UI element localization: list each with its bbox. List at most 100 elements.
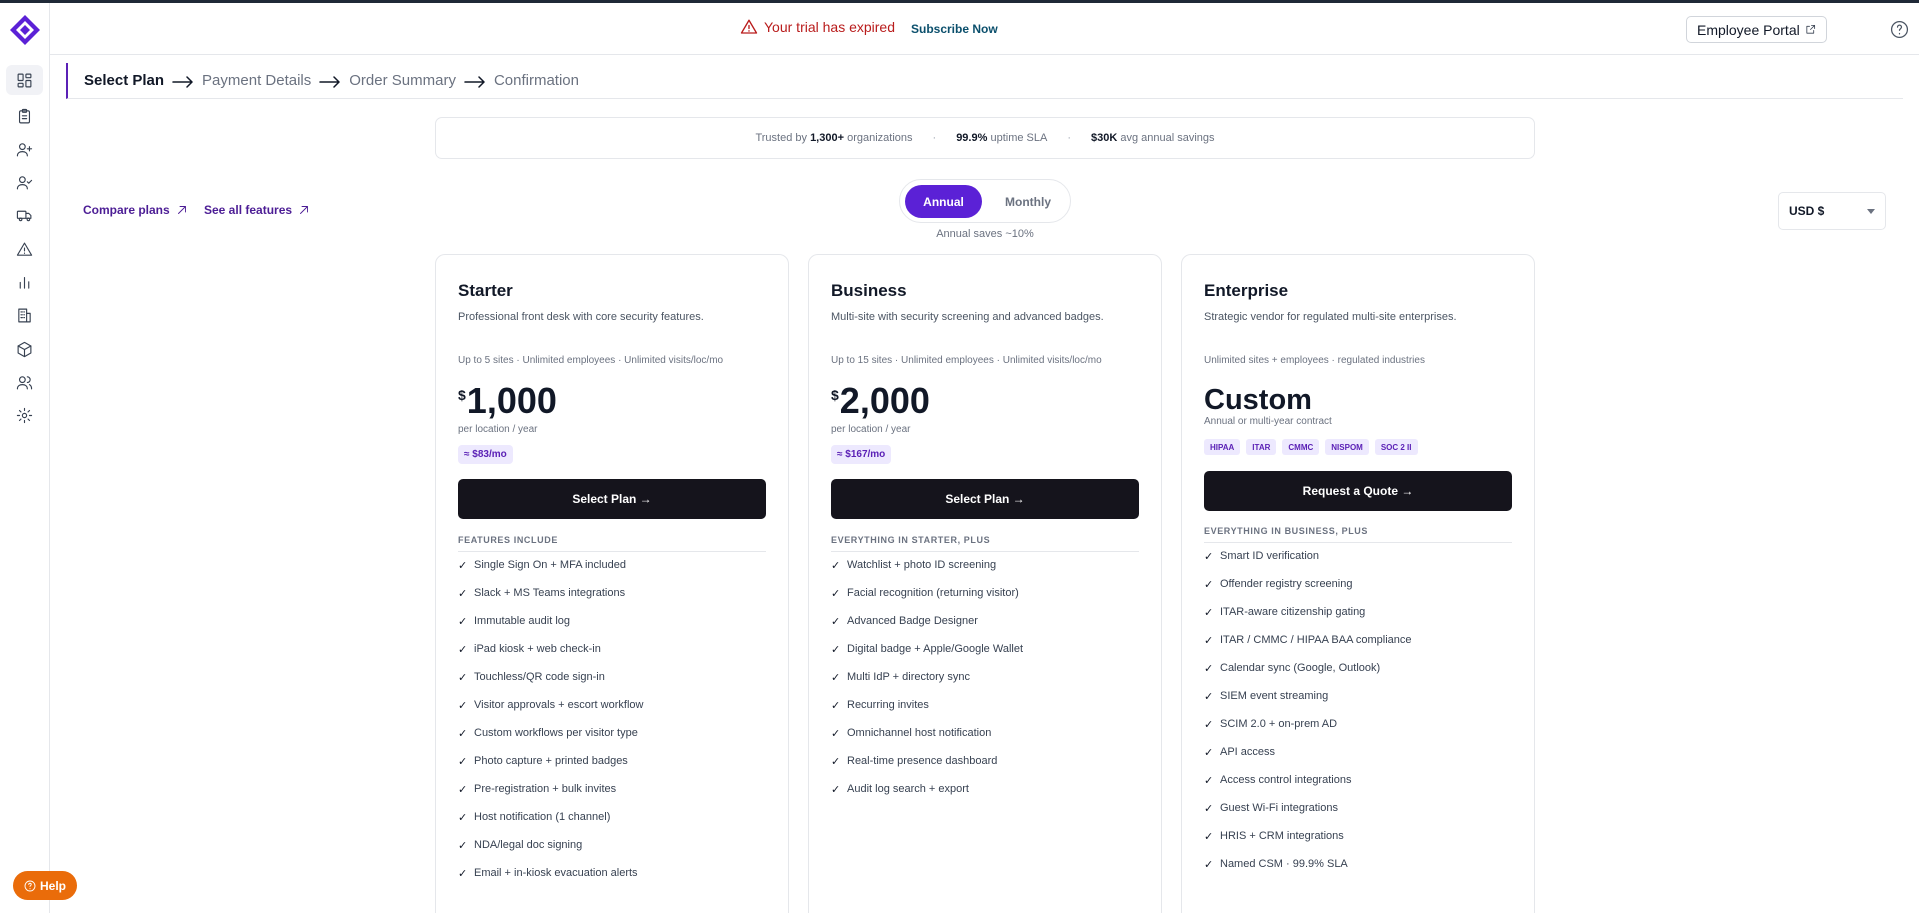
external-link-icon — [1806, 24, 1815, 34]
sidebar-item-deliveries[interactable] — [6, 200, 43, 230]
plan-description: Professional front desk with core securi… — [458, 311, 704, 323]
check-icon: ✓ — [458, 644, 468, 656]
step-order-summary: Order Summary — [349, 72, 456, 89]
trust-uptime-suffix: uptime SLA — [990, 132, 1048, 144]
feature-item: ✓ Audit log search + export — [831, 783, 969, 796]
request-quote-button[interactable]: Request a Quote → — [1204, 471, 1512, 511]
billing-period-toggle: Annual Monthly — [899, 179, 1071, 223]
annual-savings-note: Annual saves ~10% — [936, 228, 1034, 240]
feature-item: ✓ Facial recognition (returning visitor) — [831, 587, 1019, 600]
check-icon: ✓ — [458, 756, 468, 768]
sidebar-item-assets[interactable] — [6, 334, 43, 364]
arrow-right-icon — [319, 75, 341, 88]
price-currency-symbol: $ — [458, 387, 466, 403]
feature-item: ✓ HRIS + CRM integrations — [1204, 830, 1344, 843]
check-icon: ✓ — [458, 560, 468, 572]
feature-item: ✓ Multi IdP + directory sync — [831, 671, 970, 684]
feature-item: ✓ Calendar sync (Google, Outlook) — [1204, 662, 1381, 675]
check-icon: ✓ — [458, 784, 468, 796]
feature-item: ✓ Slack + MS Teams integrations — [458, 587, 626, 600]
plan-card-starter: Starter Professional front desk with cor… — [435, 254, 789, 913]
check-icon: ✓ — [1204, 775, 1214, 787]
check-icon: ✓ — [458, 728, 468, 740]
feature-item: ✓ SIEM event streaming — [1204, 690, 1329, 703]
compliance-tag: CMMC — [1282, 439, 1320, 455]
sidebar-item-logbook[interactable] — [6, 101, 43, 131]
plan-description: Strategic vendor for regulated multi-sit… — [1204, 311, 1457, 323]
top-header: Your trial has expired Subscribe Now Emp… — [50, 3, 1919, 55]
package-icon — [17, 341, 32, 357]
check-icon: ✓ — [831, 560, 841, 572]
sidebar-item-alerts[interactable] — [6, 234, 43, 264]
step-confirmation: Confirmation — [493, 72, 579, 89]
compliance-tag: HIPAA — [1204, 439, 1241, 455]
sidebar-item-approvals[interactable] — [6, 167, 43, 197]
feature-item: ✓ iPad kiosk + web check-in — [458, 643, 601, 656]
feature-item: ✓ Touchless/QR code sign-in — [458, 671, 605, 684]
feature-item: ✓ Host notification (1 channel) — [458, 811, 611, 824]
employee-portal-button[interactable]: Employee Portal — [1686, 16, 1827, 43]
sidebar-item-analytics[interactable] — [6, 267, 43, 297]
check-icon: ✓ — [1204, 579, 1214, 591]
select-plan-button[interactable]: Select Plan → — [458, 479, 766, 519]
checkout-stepper: Select Plan Payment Details Order Summar… — [66, 63, 1903, 99]
user-plus-icon — [16, 142, 33, 156]
check-icon: ✓ — [458, 700, 468, 712]
plan-price-custom: Custom — [1204, 384, 1312, 416]
gear-icon — [16, 407, 33, 423]
help-button[interactable]: Help — [13, 871, 77, 900]
toggle-monthly[interactable]: Monthly — [992, 185, 1064, 218]
feature-item: ✓ Watchlist + photo ID screening — [831, 559, 997, 572]
separator-dot: · — [932, 132, 937, 144]
check-icon: ✓ — [458, 812, 468, 824]
feature-item: ✓ ITAR / CMMC / HIPAA BAA compliance — [1204, 634, 1412, 647]
arrow-right-icon — [172, 75, 194, 88]
feature-list: ✓ Smart ID verification ✓ Offender registr… — [1204, 550, 1512, 886]
plan-limits: Unlimited sites + employees · regulated … — [1204, 355, 1425, 366]
price-period: per location / year — [458, 424, 538, 435]
compliance-tag: ITAR — [1246, 439, 1277, 455]
plan-price: $ 1,000 — [458, 380, 557, 422]
subscribe-now-link[interactable]: Subscribe Now — [911, 22, 998, 36]
sidebar-item-dashboard[interactable] — [6, 65, 43, 95]
alert-triangle-icon — [16, 242, 33, 256]
compare-plans-link[interactable]: Compare plans — [83, 203, 188, 217]
bar-chart-icon — [19, 276, 30, 289]
plan-limits: Up to 5 sites · Unlimited employees · Un… — [458, 355, 724, 366]
select-plan-button[interactable]: Select Plan → — [831, 479, 1139, 519]
check-icon: ✓ — [1204, 719, 1214, 731]
truck-icon — [16, 210, 32, 221]
price-currency-symbol: $ — [831, 387, 839, 403]
sidebar-item-people[interactable] — [6, 367, 43, 397]
brand-logo-icon[interactable] — [8, 13, 42, 47]
sidebar-item-locations[interactable] — [6, 300, 43, 330]
help-question-icon[interactable] — [1890, 20, 1909, 39]
chevron-down-icon — [1867, 209, 1875, 214]
see-all-features-label: See all features — [204, 203, 293, 217]
check-icon: ✓ — [458, 840, 468, 852]
feature-item: ✓ Smart ID verification — [1204, 550, 1320, 563]
check-icon: ✓ — [458, 616, 468, 628]
trust-orgs-suffix: organizations — [847, 132, 913, 144]
price-amount: 1,000 — [466, 380, 557, 421]
trust-orgs-value: 1,300+ — [810, 132, 845, 144]
clipboard-icon — [18, 108, 31, 123]
plan-card-enterprise: Enterprise Strategic vendor for regulate… — [1181, 254, 1535, 913]
feature-item: ✓ Immutable audit log — [458, 615, 570, 628]
compliance-tags: HIPAA ITAR CMMC NISPOM SOC 2 II — [1204, 439, 1418, 455]
check-icon: ✓ — [1204, 859, 1214, 871]
feature-item: ✓ Recurring invites — [831, 699, 929, 712]
sidebar-item-invite[interactable] — [6, 134, 43, 164]
compliance-tag: SOC 2 II — [1374, 439, 1418, 455]
toggle-annual[interactable]: Annual — [905, 185, 982, 218]
arrow-up-right-icon — [177, 206, 186, 214]
currency-select[interactable]: USD $ — [1778, 192, 1886, 230]
check-icon: ✓ — [831, 784, 841, 796]
check-icon: ✓ — [458, 672, 468, 684]
feature-item: ✓ Real-time presence dashboard — [831, 755, 998, 768]
trust-bar: Trusted by 1,300+ organizations · 99.9% … — [435, 117, 1535, 159]
see-all-features-link[interactable]: See all features — [204, 203, 310, 217]
compliance-tag: NISPOM — [1325, 439, 1369, 455]
plan-description: Multi-site with security screening and a… — [831, 311, 1104, 323]
sidebar-item-settings[interactable] — [6, 400, 43, 430]
